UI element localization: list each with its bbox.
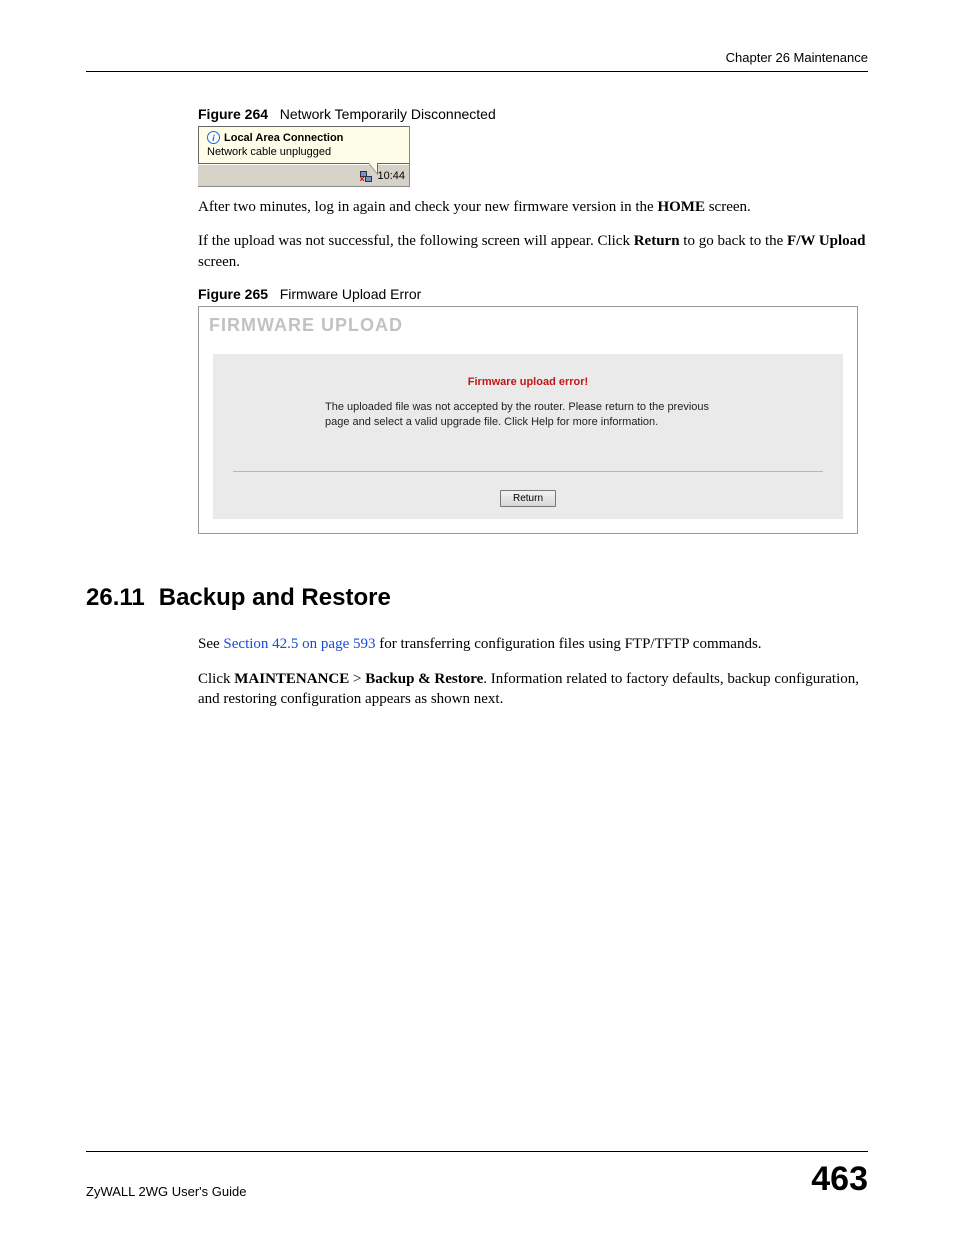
cross-reference-link[interactable]: Section 42.5 on page 593	[223, 636, 375, 652]
figure264-caption: Figure 264 Network Temporarily Disconnec…	[198, 106, 868, 122]
figure265: FIRMWARE UPLOAD Firmware upload error! T…	[198, 306, 858, 535]
figure265-num: Figure 265	[198, 286, 268, 302]
paragraph-2: If the upload was not successful, the fo…	[198, 231, 868, 272]
figure265-text: Firmware Upload Error	[280, 286, 422, 302]
section-para-2: Click MAINTENANCE > Backup & Restore. In…	[198, 669, 868, 710]
balloon-title-row: i Local Area Connection	[207, 131, 401, 144]
firmware-upload-heading: FIRMWARE UPLOAD	[199, 307, 857, 354]
error-title: Firmware upload error!	[233, 376, 823, 388]
footer-guide-name: ZyWALL 2WG User's Guide	[86, 1184, 246, 1199]
section-title: Backup and Restore	[159, 584, 391, 611]
panel-divider	[233, 471, 823, 472]
return-button[interactable]: Return	[500, 490, 556, 507]
balloon-title: Local Area Connection	[224, 132, 343, 144]
section-heading: 26.11 Backup and Restore	[86, 584, 868, 612]
error-message: The uploaded file was not accepted by th…	[233, 400, 823, 472]
page-footer: ZyWALL 2WG User's Guide 463	[86, 1151, 868, 1199]
figure265-caption: Figure 265 Firmware Upload Error	[198, 286, 868, 302]
network-balloon: i Local Area Connection Network cable un…	[198, 126, 409, 164]
chapter-label: Chapter 26 Maintenance	[726, 50, 868, 65]
network-disconnected-icon: ×	[359, 169, 373, 183]
page-header: Chapter 26 Maintenance	[86, 50, 868, 72]
figure264-text: Network Temporarily Disconnected	[280, 106, 496, 122]
figure264: i Local Area Connection Network cable un…	[198, 126, 410, 187]
page-number: 463	[811, 1160, 868, 1199]
tray-clock: 10:44	[377, 170, 405, 182]
error-panel: Firmware upload error! The uploaded file…	[213, 354, 843, 520]
paragraph-1: After two minutes, log in again and chec…	[198, 197, 868, 217]
figure264-num: Figure 264	[198, 106, 268, 122]
section-para-1: See Section 42.5 on page 593 for transfe…	[198, 634, 868, 654]
info-icon: i	[207, 131, 220, 144]
balloon-message: Network cable unplugged	[207, 146, 401, 158]
section-number: 26.11	[86, 584, 145, 611]
